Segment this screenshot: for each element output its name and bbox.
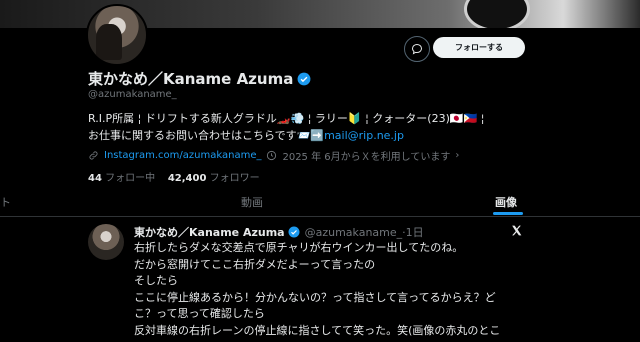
follow-stats: 44 フォロー中 42,400 フォロワー — [88, 169, 260, 184]
post-line: 反対車線の右折レーンの停止線に指さしてて笑った。笑(画像の赤丸のとこ — [134, 323, 501, 337]
post-header: 東かなめ／Kaname Azuma @azumakaname_·1日 — [134, 224, 424, 240]
profile-bio: R.I.P所属 ¦ ドリフトする新人グラドル🏎️💨 ¦ ラリー🔰 ¦ クォーター… — [88, 110, 484, 144]
post-line: そしたら — [134, 274, 178, 288]
post-line: 右折したらダメな交差点で原チャリが右ウインカー出してたのね。 — [134, 241, 464, 254]
follow-button[interactable]: フォローする — [433, 37, 525, 58]
post-text: 右折したらダメな交差点で原チャリが右ウインカー出してたのね。 だから窓開けてここ… — [134, 240, 500, 340]
post-author-name[interactable]: 東かなめ／Kaname Azuma — [134, 224, 285, 240]
x-logo-icon[interactable] — [510, 224, 523, 237]
followers-link[interactable]: 42,400 フォロワー — [168, 173, 260, 184]
joined-date: 2025 年 6月からＸを利用しています — [282, 152, 451, 163]
profile-meta: Instagram.com/azumakaname_ 2025 年 6月からＸを… — [88, 148, 459, 163]
bio-line: お仕事に関するお問い合わせはこちらです📨➡️mail@rip.ne.jp — [88, 127, 484, 144]
email-link[interactable]: mail@rip.ne.jp — [324, 129, 404, 142]
calendar-icon — [267, 150, 277, 161]
post-line: ここに停止線あるから！分かんないの？って指さして言ってるからえ？ど — [134, 290, 496, 304]
tab-images[interactable]: 画像 — [495, 194, 517, 210]
tab-partial[interactable]: ト — [0, 194, 11, 210]
bio-text: お仕事に関するお問い合わせはこちらです📨➡️ — [88, 129, 325, 142]
message-button[interactable] — [404, 36, 430, 62]
website-link[interactable]: Instagram.com/azumakaname_ — [104, 150, 261, 161]
verified-badge-icon[interactable] — [297, 72, 311, 86]
post-line: だから窓開けてここ右折ダメだよーって言ったの — [134, 257, 376, 271]
verified-badge-icon — [288, 226, 300, 238]
profile-tabs: ト 動画 画像 — [0, 186, 640, 217]
profile-handle: @azumakaname_ — [88, 89, 177, 100]
link-icon — [89, 151, 98, 160]
profile-avatar[interactable] — [86, 4, 148, 66]
tab-videos[interactable]: 動画 — [241, 194, 263, 210]
active-tab-indicator — [493, 212, 523, 215]
following-link[interactable]: 44 フォロー中 — [88, 173, 155, 184]
chevron-right-icon[interactable]: › — [455, 150, 459, 161]
bio-line: R.I.P所属 ¦ ドリフトする新人グラドル🏎️💨 ¦ ラリー🔰 ¦ クォーター… — [88, 112, 485, 125]
post-line: こ？って思って確認したら — [134, 307, 265, 321]
profile-name: 東かなめ／Kaname Azuma — [88, 70, 294, 88]
profile-name-row: 東かなめ／Kaname Azuma — [88, 68, 311, 89]
post-author-handle[interactable]: @azumakaname_·1日 — [305, 224, 424, 240]
post-avatar[interactable] — [88, 224, 124, 260]
message-icon — [411, 43, 423, 55]
